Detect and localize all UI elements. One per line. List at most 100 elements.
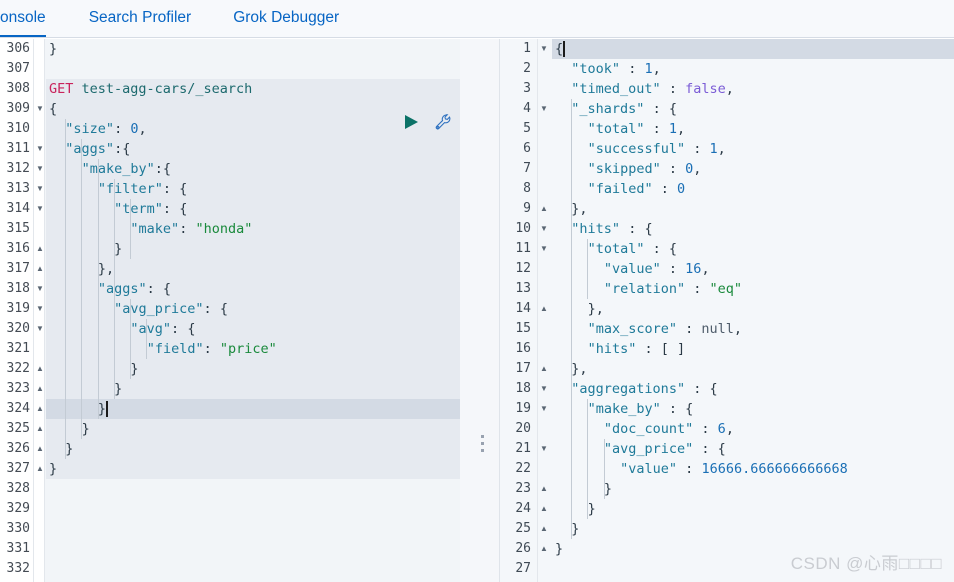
code-line[interactable]: GET test-agg-cars/_search: [46, 79, 252, 99]
code-line[interactable]: [552, 559, 555, 579]
fold-down-icon[interactable]: ▼: [539, 239, 549, 259]
code-line[interactable]: "successful" : 1,: [552, 139, 726, 159]
fold-down-icon[interactable]: ▼: [35, 99, 45, 119]
fold-down-icon[interactable]: ▼: [539, 379, 549, 399]
fold-down-icon[interactable]: ▼: [35, 279, 45, 299]
fold-down-icon[interactable]: ▼: [35, 299, 45, 319]
code-line[interactable]: }: [552, 539, 563, 559]
code-line[interactable]: "aggs":{: [46, 139, 130, 159]
code-line[interactable]: {: [46, 99, 57, 119]
fold-up-icon[interactable]: ▲: [35, 419, 45, 439]
code-line[interactable]: }: [46, 419, 90, 439]
code-line[interactable]: [46, 499, 49, 519]
code-line[interactable]: }: [552, 519, 579, 539]
line-number: 326: [6, 441, 30, 456]
fold-up-icon[interactable]: ▲: [35, 239, 45, 259]
play-icon[interactable]: [402, 113, 420, 131]
fold-down-icon[interactable]: ▼: [539, 39, 549, 59]
fold-up-icon[interactable]: ▲: [35, 399, 45, 419]
code-line[interactable]: "avg_price": {: [46, 299, 228, 319]
code-line[interactable]: "aggregations" : {: [552, 379, 717, 399]
console-request-editor[interactable]: 306 307 308 309 310 311 312 313 314 315 316 317 318 3…: [0, 39, 460, 582]
code-line[interactable]: }: [46, 239, 122, 259]
line-number: 323: [6, 381, 30, 396]
code-line[interactable]: }: [46, 459, 57, 479]
code-line[interactable]: {: [552, 39, 563, 59]
code-line[interactable]: "doc_count" : 6,: [552, 419, 734, 439]
fold-up-icon[interactable]: ▲: [539, 539, 549, 559]
wrench-icon[interactable]: [434, 113, 452, 131]
line-number: 12: [515, 261, 531, 276]
splitter-drag-handle-icon[interactable]: [481, 435, 485, 452]
code-line[interactable]: "size": 0,: [46, 119, 146, 139]
code-line[interactable]: "max_score" : null,: [552, 319, 742, 339]
splitter-dot: [481, 449, 484, 452]
fold-down-icon[interactable]: ▼: [35, 319, 45, 339]
code-line[interactable]: "value" : 16,: [552, 259, 710, 279]
fold-down-icon[interactable]: ▼: [35, 179, 45, 199]
editor-splitter[interactable]: [460, 39, 500, 582]
code-line[interactable]: }: [46, 39, 57, 59]
indent-guide: [146, 319, 148, 359]
code-line[interactable]: "avg_price" : {: [552, 439, 726, 459]
code-line[interactable]: }: [552, 499, 596, 519]
code-line[interactable]: "filter": {: [46, 179, 187, 199]
code-line[interactable]: "value" : 16666.666666666668: [552, 459, 848, 479]
fold-down-icon[interactable]: ▼: [539, 439, 549, 459]
code-line[interactable]: "make": "honda": [46, 219, 252, 239]
code-line[interactable]: "took" : 1,: [552, 59, 660, 79]
code-line[interactable]: "make_by" : {: [552, 399, 694, 419]
code-line[interactable]: [46, 559, 49, 579]
fold-up-icon[interactable]: ▲: [35, 259, 45, 279]
fold-up-icon[interactable]: ▲: [539, 299, 549, 319]
fold-down-icon[interactable]: ▼: [539, 399, 549, 419]
code-line[interactable]: }: [46, 439, 73, 459]
fold-up-icon[interactable]: ▲: [35, 359, 45, 379]
code-line[interactable]: },: [552, 359, 587, 379]
line-number: 23: [515, 481, 531, 496]
response-code-area[interactable]: { "took" : 1, "timed_out" : false, "_sha…: [552, 39, 954, 582]
code-line[interactable]: [46, 59, 49, 79]
tab-console[interactable]: onsole: [0, 0, 62, 37]
line-number: 9: [523, 201, 531, 216]
code-line[interactable]: [46, 519, 49, 539]
request-line-number-gutter: 306 307 308 309 310 311 312 313 314 315 316 317 318 3…: [0, 39, 34, 582]
code-line[interactable]: "avg": {: [46, 319, 195, 339]
fold-up-icon[interactable]: ▲: [35, 379, 45, 399]
fold-up-icon[interactable]: ▲: [539, 479, 549, 499]
code-line[interactable]: "term": {: [46, 199, 187, 219]
fold-down-icon[interactable]: ▼: [35, 159, 45, 179]
fold-up-icon[interactable]: ▲: [539, 199, 549, 219]
fold-up-icon[interactable]: ▲: [539, 359, 549, 379]
fold-down-icon[interactable]: ▼: [35, 199, 45, 219]
fold-down-icon[interactable]: ▼: [539, 99, 549, 119]
tab-search-profiler[interactable]: Search Profiler: [74, 0, 207, 37]
code-line[interactable]: },: [552, 199, 587, 219]
fold-up-icon[interactable]: ▲: [539, 499, 549, 519]
line-number: 312: [6, 161, 30, 176]
line-number: 10: [515, 221, 531, 236]
code-line[interactable]: "relation" : "eq": [552, 279, 742, 299]
indent-guide: [65, 119, 67, 459]
line-number: 5: [523, 121, 531, 136]
code-line[interactable]: }: [46, 359, 138, 379]
request-code-area[interactable]: } GET test-agg-cars/_search{ "size": 0, "…: [46, 39, 460, 582]
fold-down-icon[interactable]: ▼: [539, 219, 549, 239]
indent-guide: [571, 99, 573, 219]
fold-down-icon[interactable]: ▼: [35, 139, 45, 159]
code-line[interactable]: "hits" : {: [552, 219, 652, 239]
code-line[interactable]: },: [46, 259, 114, 279]
fold-up-icon[interactable]: ▲: [539, 519, 549, 539]
code-line[interactable]: "timed_out" : false,: [552, 79, 734, 99]
code-line[interactable]: [46, 539, 49, 559]
line-number: 19: [515, 401, 531, 416]
console-response-editor[interactable]: 1 2 3 4 5 6 7 8 9 10 11 12 13 14 15 16 17 18 19 20 21 22 23 24 2…: [500, 39, 954, 582]
tab-grok-debugger[interactable]: Grok Debugger: [218, 0, 354, 37]
line-number: 331: [6, 541, 30, 556]
fold-up-icon[interactable]: ▲: [35, 439, 45, 459]
fold-up-icon[interactable]: ▲: [35, 459, 45, 479]
code-line[interactable]: },: [552, 299, 604, 319]
code-line[interactable]: "skipped" : 0,: [552, 159, 702, 179]
code-line[interactable]: [46, 479, 49, 499]
code-line[interactable]: }: [46, 379, 122, 399]
